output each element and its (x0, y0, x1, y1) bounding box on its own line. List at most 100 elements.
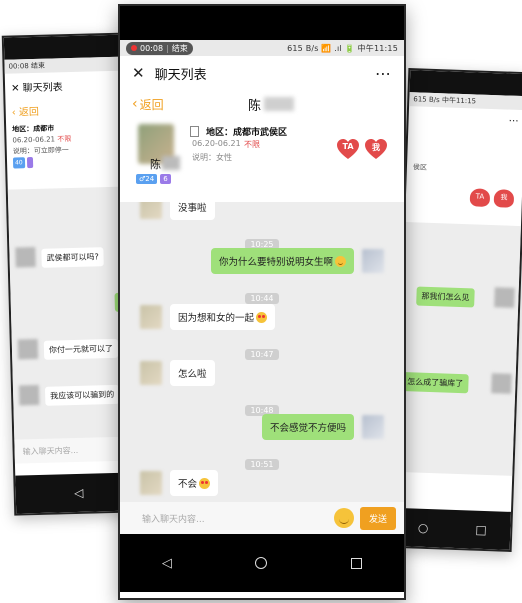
status-bar: 00:08 | 结束 615 B/s 📶 .ıl 🔋 中午11:15 (120, 40, 404, 56)
profile-region: 地区：成都市武侯区 (206, 128, 288, 138)
left-back-button[interactable]: ‹ 返回 (5, 96, 132, 122)
heart-eyes-emoji-icon (199, 478, 211, 489)
left-region: 地区：成都市 (12, 124, 55, 134)
nav-back-icon[interactable]: ◁ (162, 556, 172, 571)
profile-dates: 06.20-06.21 (192, 139, 241, 148)
self-avatar[interactable] (362, 249, 384, 273)
right-more-icon[interactable]: ⋯ (408, 106, 522, 136)
message-peer: 怎么啦 (140, 360, 215, 386)
smile-emoji-icon (335, 256, 346, 267)
left-header: ✕ 聊天列表 (10, 82, 63, 95)
message-peer: 没事啦 (140, 202, 215, 220)
left-peer-message: 武侯都可以吗? (41, 247, 105, 268)
right-phone-screen: 615 B/s 中午11:15 ⋯ 侯区 TA 我 那我们怎么见 ? 怎么成了骗… (391, 68, 522, 552)
recording-indicator[interactable]: 00:08 | 结束 (126, 41, 193, 55)
heart-me-icon[interactable]: 我 (364, 138, 388, 160)
profile-name: 陈 (150, 158, 161, 171)
right-self-avatar (494, 287, 515, 308)
nav-home-icon[interactable] (255, 557, 268, 569)
tag-age: ♂24 (136, 174, 158, 184)
right-heart-me: 我 (493, 189, 515, 208)
timestamp: 10:44 (120, 286, 404, 305)
peer-name-blur (264, 97, 294, 111)
message-bubble: 怎么啦 (170, 360, 215, 386)
right-chat-area: 那我们怎么见 ? 怎么成了骗库了 (395, 222, 521, 476)
left-rec-end: 结束 (30, 61, 46, 71)
back-button[interactable]: ‹ 返回 (132, 96, 164, 113)
message-text: 不会 (178, 479, 198, 490)
more-icon[interactable]: ⋯ (375, 64, 392, 83)
right-heart-ta: TA (469, 188, 491, 207)
back-label: 返回 (139, 97, 164, 112)
message-bubble: 不会感觉不方便吗 (261, 414, 354, 440)
left-peer-message: 你付一元就可以了 (43, 338, 119, 360)
chevron-left-icon: ‹ (132, 96, 138, 112)
record-separator: | (166, 43, 169, 53)
left-rec-time: 00:08 (8, 62, 29, 71)
title-bar: ✕ 聊天列表 ⋯ (120, 56, 404, 90)
peer-name: 陈 (248, 98, 262, 114)
close-icon[interactable]: ✕ (132, 64, 145, 82)
profile-name-blur (162, 156, 180, 170)
heart-ta-label: TA (342, 142, 354, 151)
message-bubble: 没事啦 (170, 202, 215, 220)
chat-nav-row: ‹ 返回 陈 (120, 90, 404, 118)
message-self: 你为什么要特别说明女生啊 (210, 248, 384, 274)
heart-me-label: 我 (372, 143, 380, 152)
message-bubble: 不会 (170, 470, 219, 496)
tag-level: 6 (160, 174, 171, 184)
record-dot-icon (131, 45, 137, 51)
right-self-message: ? 怎么成了骗库了 (395, 371, 469, 394)
profile-card: 陈 地区：成都市武侯区 06.20-06.21 不限 说明：女性 TA 我 ♂2… (120, 118, 404, 190)
chat-input-bar: 输入聊天内容... 发送 (120, 502, 404, 534)
message-self: 不会感觉不方便吗 (261, 414, 384, 440)
heart-eyes-emoji-icon (256, 312, 268, 323)
right-nav-bar: ○ □ (393, 507, 511, 550)
message-text: 你为什么要特别说明女生啊 (218, 257, 333, 268)
profile-description: 说明：女性 (192, 153, 232, 162)
right-hearts: TA 我 (469, 188, 515, 208)
left-back-label: 返回 (18, 106, 40, 119)
chat-input[interactable]: 输入聊天内容... (142, 512, 334, 525)
left-peer-avatar (18, 384, 40, 406)
left-unlimited: 不限 (57, 134, 72, 144)
record-time: 00:08 (140, 43, 164, 53)
left-tag-age: 40 (12, 157, 25, 169)
peer-avatar[interactable] (140, 471, 162, 495)
self-avatar[interactable] (362, 415, 384, 439)
peer-avatar[interactable] (140, 202, 162, 219)
left-peer-message: 我应该可以骗到的 (44, 384, 120, 406)
top-black-bar (120, 6, 404, 40)
right-nav-home-icon[interactable]: ○ (418, 521, 429, 535)
left-tag-level (26, 157, 33, 169)
nav-recent-icon[interactable] (351, 557, 363, 569)
send-button[interactable]: 发送 (359, 506, 396, 530)
left-profile-info: 地区：成都市 06.20-06.21 不限 说明：可立即停一 40 (6, 119, 133, 170)
record-end-label: 结束 (171, 43, 188, 53)
peer-avatar[interactable] (140, 305, 162, 329)
timestamp-label: 10:44 (245, 293, 279, 304)
chat-area[interactable]: 没事啦 10:25 你为什么要特别说明女生啊 10:44 因为想和女的一起 10… (120, 202, 404, 502)
heart-ta-icon[interactable]: TA (336, 138, 360, 160)
left-peer-avatar (17, 338, 39, 360)
left-peer-avatar (15, 246, 36, 268)
document-icon (190, 126, 199, 137)
timestamp-label: 10:51 (245, 459, 279, 470)
right-self-avatar (491, 373, 512, 394)
emoji-icon[interactable] (333, 508, 354, 528)
status-right-info: 615 B/s 📶 .ıl 🔋 中午11:15 (287, 43, 398, 53)
left-nav-back-icon[interactable]: ◁ (74, 486, 84, 500)
right-self-message: 那我们怎么见 (416, 286, 475, 308)
android-nav-bar: ◁ (120, 534, 404, 592)
peer-avatar[interactable] (140, 361, 162, 385)
profile-unlimited: 不限 (244, 140, 260, 149)
timestamp: 10:51 (120, 452, 404, 471)
main-phone-screen: 00:08 | 结束 615 B/s 📶 .ıl 🔋 中午11:15 ✕ 聊天列… (118, 4, 406, 600)
timestamp: 10:47 (120, 342, 404, 361)
timestamp-label: 10:47 (245, 349, 279, 360)
page-title: 聊天列表 (154, 67, 207, 83)
left-header-title: 聊天列表 (22, 82, 63, 95)
right-nav-recent-icon[interactable]: □ (475, 523, 487, 537)
message-peer: 因为想和女的一起 (140, 304, 276, 330)
left-dates: 06.20-06.21 (12, 135, 56, 145)
